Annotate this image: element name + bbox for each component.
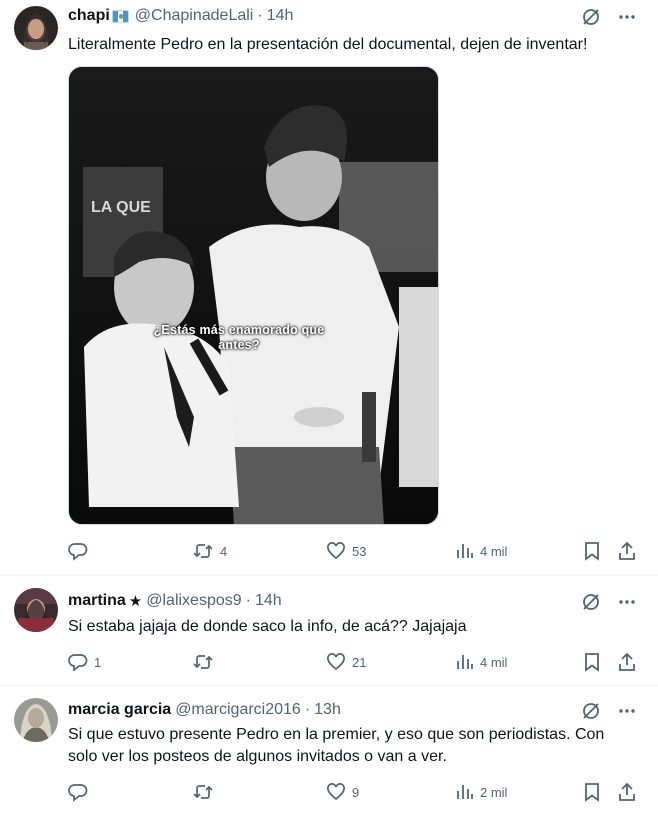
retweet-button[interactable] bbox=[192, 651, 220, 673]
share-button[interactable] bbox=[618, 651, 636, 673]
heart-icon bbox=[327, 653, 345, 671]
reply-feed: chapi @ChapinadeLali · 14h Literalmente … bbox=[0, 0, 658, 814]
avatar[interactable] bbox=[14, 6, 58, 50]
views-count: 2 mil bbox=[480, 784, 508, 800]
reply-count: 1 bbox=[94, 654, 102, 670]
timestamp[interactable]: 14h bbox=[255, 592, 282, 610]
bookmark-icon bbox=[585, 653, 599, 672]
timestamp[interactable]: 14h bbox=[267, 7, 294, 25]
guatemala-flag-icon bbox=[111, 9, 129, 23]
grok-slash-circle-icon[interactable] bbox=[580, 700, 602, 722]
display-name[interactable]: chapi bbox=[68, 7, 110, 25]
avatar[interactable] bbox=[14, 588, 58, 632]
retweet-button[interactable] bbox=[192, 781, 220, 803]
like-count: 9 bbox=[352, 784, 360, 800]
retweet-icon bbox=[193, 785, 213, 799]
views-button[interactable]: 2 mil bbox=[456, 781, 507, 803]
separator-dot: · bbox=[257, 7, 263, 24]
more-horizontal-icon[interactable] bbox=[616, 6, 638, 28]
tweet-3[interactable]: marcia garcia @marcigarci2016 · 13h Si q… bbox=[0, 686, 658, 814]
tweet-text-line-2: solo ver los posteos de algunos invitado… bbox=[68, 748, 447, 765]
heart-icon bbox=[327, 783, 345, 801]
retweet-count: 4 bbox=[220, 543, 228, 559]
reply-bubble-icon bbox=[68, 784, 88, 802]
tweet-top-actions bbox=[580, 700, 638, 722]
tweet-header: chapi @ChapinadeLali · 14h bbox=[68, 5, 293, 27]
share-upload-icon bbox=[619, 652, 635, 671]
share-button[interactable] bbox=[618, 540, 636, 562]
tweet-actions-bar: 1 21 4 mil bbox=[68, 651, 640, 673]
avatar[interactable] bbox=[14, 698, 58, 742]
retweet-icon bbox=[193, 544, 213, 558]
tweet-media-image[interactable]: LA QUE ¿Estás más enamorado que antes? bbox=[68, 66, 439, 525]
tweet-header: marcia garcia @marcigarci2016 · 13h bbox=[68, 699, 341, 721]
share-button[interactable] bbox=[618, 781, 636, 803]
timestamp[interactable]: 13h bbox=[314, 701, 341, 719]
heart-icon bbox=[327, 542, 345, 560]
bookmark-icon bbox=[585, 783, 599, 802]
grok-slash-circle-icon[interactable] bbox=[580, 6, 602, 28]
tweet-text: Literalmente Pedro en la presentación de… bbox=[68, 36, 588, 53]
tweet-top-actions bbox=[580, 591, 638, 613]
reply-button[interactable] bbox=[68, 781, 94, 803]
separator-dot: · bbox=[245, 592, 251, 609]
tweet-2[interactable]: martina ★ @lalixespos9 · 14h Si estaba j… bbox=[0, 576, 658, 686]
views-button[interactable]: 4 mil bbox=[456, 540, 507, 562]
tweet-header: martina ★ @lalixespos9 · 14h bbox=[68, 590, 282, 612]
separator-dot: · bbox=[304, 701, 311, 718]
reply-button[interactable] bbox=[68, 540, 94, 562]
more-horizontal-icon[interactable] bbox=[616, 700, 638, 722]
display-name[interactable]: martina bbox=[68, 592, 126, 610]
caption-line-1: ¿Estás más enamorado que bbox=[153, 323, 325, 337]
user-handle[interactable]: @ChapinadeLali bbox=[135, 7, 254, 25]
share-upload-icon bbox=[619, 782, 635, 801]
retweet-button[interactable]: 4 bbox=[192, 540, 227, 562]
reply-button[interactable]: 1 bbox=[68, 651, 101, 673]
tweet-actions-bar: 4 53 4 mil bbox=[68, 540, 640, 562]
share-upload-icon bbox=[619, 541, 635, 560]
bookmark-button[interactable] bbox=[583, 651, 601, 673]
caption-line-2: antes? bbox=[218, 338, 260, 352]
views-count: 4 mil bbox=[480, 543, 508, 559]
like-button[interactable]: 9 bbox=[326, 781, 359, 803]
user-handle[interactable]: @marcigarci2016 bbox=[175, 701, 301, 719]
like-count: 53 bbox=[352, 543, 367, 559]
user-handle[interactable]: @lalixespos9 bbox=[146, 592, 241, 610]
tweet-text-line-1: Si que estuvo presente Pedro en la premi… bbox=[68, 726, 605, 743]
bookmark-button[interactable] bbox=[583, 540, 601, 562]
like-button[interactable]: 53 bbox=[326, 540, 366, 562]
display-name[interactable]: marcia garcia bbox=[68, 701, 171, 719]
like-count: 21 bbox=[352, 654, 367, 670]
bookmark-button[interactable] bbox=[583, 781, 601, 803]
views-button[interactable]: 4 mil bbox=[456, 651, 507, 673]
views-bar-chart-icon bbox=[457, 655, 473, 669]
views-bar-chart-icon bbox=[457, 544, 473, 558]
grok-slash-circle-icon[interactable] bbox=[580, 591, 602, 613]
views-bar-chart-icon bbox=[457, 785, 473, 799]
tweet-top-actions bbox=[580, 6, 638, 28]
views-count: 4 mil bbox=[480, 654, 508, 670]
svg-text:LA QUE: LA QUE bbox=[91, 199, 151, 216]
bookmark-icon bbox=[585, 542, 599, 561]
tweet-actions-bar: 9 2 mil bbox=[68, 781, 640, 803]
reply-bubble-icon bbox=[68, 654, 88, 672]
star-icon: ★ bbox=[128, 593, 143, 610]
tweet-text: Si estaba jajaja de donde saco la info, … bbox=[68, 618, 467, 635]
like-button[interactable]: 21 bbox=[326, 651, 366, 673]
tweet-text: Si que estuvo presente Pedro en la premi… bbox=[68, 724, 640, 768]
reply-bubble-icon bbox=[68, 543, 88, 561]
media-caption: ¿Estás más enamorado que antes? bbox=[129, 323, 349, 353]
tweet-1[interactable]: chapi @ChapinadeLali · 14h Literalmente … bbox=[0, 0, 658, 576]
more-horizontal-icon[interactable] bbox=[616, 591, 638, 613]
retweet-icon bbox=[193, 655, 213, 669]
